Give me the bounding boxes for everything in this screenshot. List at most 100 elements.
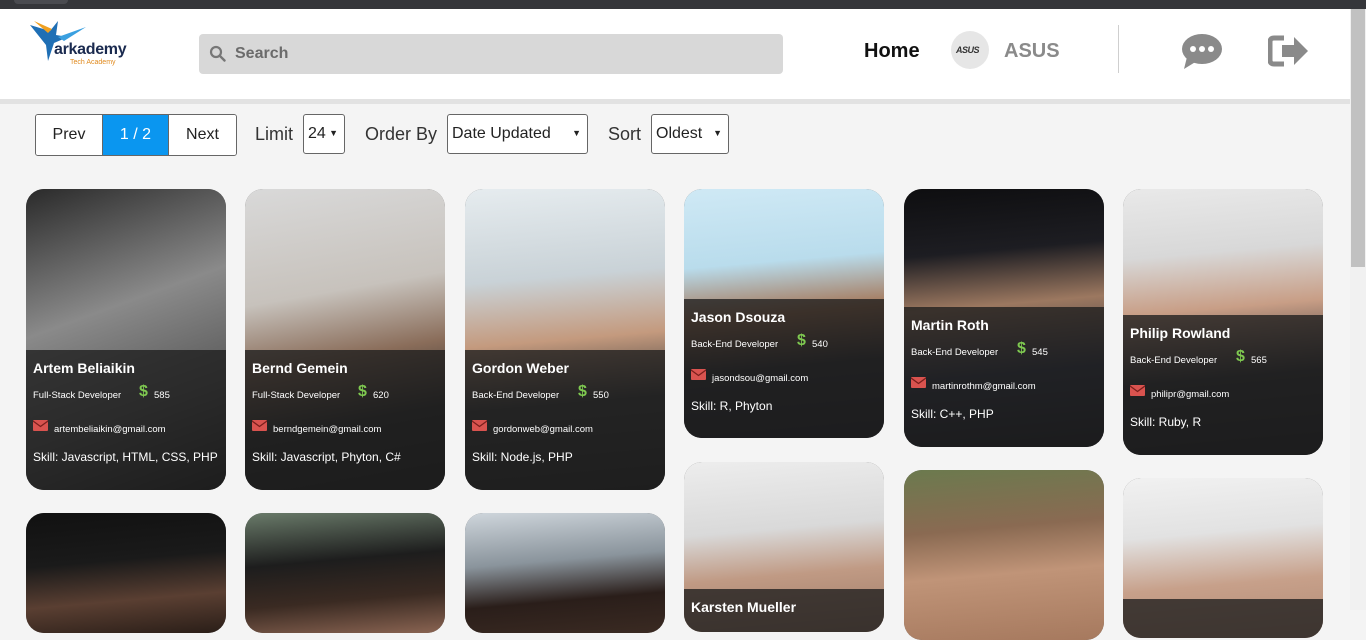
card-info: Philip Rowland Back-End Developer $ 565 … [1123,315,1323,455]
pagination: Prev 1 / 2 Next [35,114,237,156]
mail-icon [252,420,267,431]
logout-icon[interactable] [1268,34,1310,68]
card-info: Martin Roth Back-End Developer $ 545 mar… [904,307,1104,447]
browser-tab[interactable] [14,0,68,4]
logo-text: arkademy [54,41,127,58]
company-name[interactable]: ASUS [1004,40,1060,63]
profile-photo [26,513,226,633]
list-controls: Prev 1 / 2 Next Limit 24 ▼ Order By Date… [0,105,1350,175]
mail-icon [691,369,706,380]
engineer-skills: Skill: Javascript, HTML, CSS, PHP [33,450,218,464]
engineer-card[interactable] [1123,478,1323,638]
engineer-rate: 565 [1251,355,1267,366]
engineer-role: Full-Stack Developer [33,390,122,401]
profile-photo [245,513,445,633]
engineer-skills: Skill: R, Phyton [691,399,773,413]
engineer-rate: 585 [154,390,170,401]
nav-home-link[interactable]: Home [864,40,920,63]
chat-bubble-icon[interactable] [1181,33,1223,71]
engineer-role: Full-Stack Developer [252,390,341,401]
engineer-card[interactable]: Gordon Weber Back-End Developer $ 550 go… [465,189,665,490]
engineer-card[interactable] [26,513,226,633]
engineer-email: philipr@gmail.com [1151,389,1230,400]
mail-icon [33,420,48,431]
chevron-down-icon: ▼ [713,128,722,138]
engineer-card[interactable]: Martin Roth Back-End Developer $ 545 mar… [904,189,1104,447]
dollar-icon: $ [1017,340,1026,357]
company-avatar[interactable]: ASUS [951,31,989,69]
engineer-rate: 540 [812,339,828,350]
page-scrollbar[interactable] [1350,9,1366,610]
order-by-value: Date Updated [452,125,551,142]
prev-page-button[interactable]: Prev [36,115,103,155]
engineer-name: Gordon Weber [472,360,569,376]
order-by-select[interactable]: Date Updated ▼ [447,114,588,154]
engineer-card[interactable]: Artem Beliaikin Full-Stack Developer $ 5… [26,189,226,490]
limit-label: Limit [255,124,294,144]
engineer-card[interactable]: Jason Dsouza Back-End Developer $ 540 ja… [684,189,884,438]
dollar-icon: $ [139,383,148,400]
avatar-logo-mark: ASUS [956,45,980,55]
current-page-indicator: 1 / 2 [103,115,169,155]
profile-photo [465,513,665,633]
engineer-name: Jason Dsouza [691,309,786,325]
engineer-email: gordonweb@gmail.com [493,424,593,435]
card-info: Bernd Gemein Full-Stack Developer $ 620 … [245,350,445,490]
app-header: arkademy Tech Academy Home ASUS ASUS [0,9,1350,104]
sort-label: Sort [608,124,642,144]
chevron-down-icon: ▼ [572,128,581,138]
engineer-skills: Skill: Javascript, Phyton, C# [252,450,401,464]
engineer-rate: 550 [593,390,609,401]
card-info: Gordon Weber Back-End Developer $ 550 go… [465,350,665,490]
sort-value: Oldest [656,125,703,142]
chevron-down-icon: ▼ [329,128,338,138]
engineer-rate: 620 [373,390,389,401]
mail-icon [472,420,487,431]
card-info: Karsten Mueller [684,589,884,632]
engineer-name: Artem Beliaikin [33,360,135,376]
browser-top-bar [0,0,1366,9]
arkademy-logo[interactable]: arkademy Tech Academy [28,17,158,73]
engineer-email: jasondsou@gmail.com [712,373,809,384]
engineer-name: Karsten Mueller [691,599,797,615]
card-info: Jason Dsouza Back-End Developer $ 540 ja… [684,299,884,438]
scrollbar-thumb[interactable] [1351,9,1365,267]
limit-value: 24 [308,125,326,142]
engineer-role: Back-End Developer [691,339,779,350]
dollar-icon: $ [797,332,806,349]
engineer-card[interactable] [465,513,665,633]
engineer-skills: Skill: Ruby, R [1130,415,1202,429]
engineer-email: berndgemein@gmail.com [273,424,382,435]
dollar-icon: $ [358,383,367,400]
engineer-card[interactable] [904,470,1104,640]
profile-photo [904,470,1104,640]
engineer-card[interactable] [245,513,445,633]
card-info: Artem Beliaikin Full-Stack Developer $ 5… [26,350,226,490]
engineer-name: Bernd Gemein [252,360,348,376]
engineer-email: artembeliaikin@gmail.com [54,424,166,435]
limit-select[interactable]: 24 ▼ [303,114,345,154]
engineer-card[interactable]: Philip Rowland Back-End Developer $ 565 … [1123,189,1323,455]
search-bar[interactable] [199,34,783,74]
sort-select[interactable]: Oldest ▼ [651,114,729,154]
dollar-icon: $ [1236,348,1245,365]
mail-icon [1130,385,1145,396]
engineer-email: martinrothm@gmail.com [932,381,1036,392]
engineer-skills: Skill: C++, PHP [911,407,994,421]
search-icon [209,45,226,62]
engineer-skills: Skill: Node.js, PHP [472,450,573,464]
header-divider [1118,25,1119,73]
engineer-role: Back-End Developer [1130,355,1218,366]
next-page-button[interactable]: Next [169,115,236,155]
logo-subtext: Tech Academy [70,59,116,66]
engineer-role: Back-End Developer [911,347,999,358]
engineer-name: Philip Rowland [1130,325,1231,341]
engineer-card[interactable]: Bernd Gemein Full-Stack Developer $ 620 … [245,189,445,490]
card-info [1123,599,1323,638]
engineer-rate: 545 [1032,347,1048,358]
mail-icon [911,377,926,388]
engineer-card[interactable]: Karsten Mueller [684,462,884,632]
dollar-icon: $ [578,383,587,400]
search-input[interactable] [235,42,765,66]
order-by-label: Order By [365,124,438,144]
